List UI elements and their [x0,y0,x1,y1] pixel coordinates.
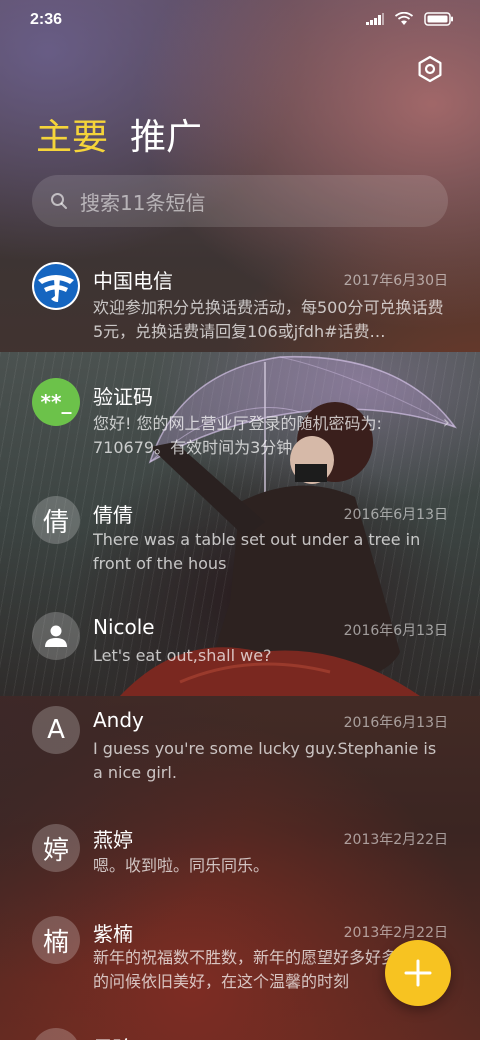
tab-primary[interactable]: 主要 [36,108,108,160]
conversation-item[interactable]: 倩 倩倩 2016年6月13日 There was a table set ou… [0,490,480,586]
conversation-item[interactable]: **_ 验证码 › 您好! 您的网上营业厅登录的随机密码为: 710679。有效… [0,370,480,466]
status-bar: 2:36 [0,0,480,40]
conversation-sender: Andy [93,708,144,732]
person-icon [45,625,67,647]
conversation-sender: 燕婷 [93,828,133,852]
gear-icon [418,55,442,83]
china-telecom-logo [32,262,80,310]
search-input[interactable]: 搜索11条短信 [80,187,205,216]
conversation-sender: Nicole [93,615,155,639]
category-tabs: 主要 推广 [36,108,202,160]
contact-avatar: 楠 [32,916,80,964]
conversation-date: 2013年2月22日 [343,832,448,848]
conversation-item[interactable]: Nicole 2016年6月13日 Let's eat out,shall we… [0,606,480,686]
conversation-preview: I guess you're some lucky guy.Stephanie … [93,739,437,782]
conversation-date: 2017年6月30日 [343,273,448,289]
conversation-date: 2016年6月13日 [343,623,448,639]
status-time: 2:36 [30,11,63,28]
plus-icon [404,959,432,987]
conversation-item[interactable]: A Andy 2016年6月13日 I guess you're some lu… [0,700,480,796]
wifi-icon [394,12,414,25]
conversation-sender: 中国电信 [93,269,173,293]
china-telecom-logo-icon [34,264,78,308]
status-icons [366,12,454,26]
contact-avatar [32,612,80,660]
contact-avatar: A [32,706,80,754]
conversation-preview: 嗯。收到啦。同乐同乐。 [93,856,270,875]
settings-button[interactable] [416,55,444,83]
contact-avatar [32,1028,80,1040]
conversation-preview: 您好! 您的网上营业厅登录的随机密码为: 710679。有效时间为3分钟 [93,414,382,457]
conversation-date: 2016年6月13日 [343,715,448,731]
signal-icon [366,13,384,25]
conversation-preview: There was a table set out under a tree i… [93,530,421,573]
conversation-item[interactable]: 婷 燕婷 2013年2月22日 嗯。收到啦。同乐同乐。 [0,818,480,898]
conversation-sender: 子玲 [93,1032,133,1040]
search-icon [51,193,67,209]
contact-avatar: 倩 [32,496,80,544]
verification-avatar: **_ [32,378,80,426]
new-message-button[interactable] [385,940,451,1006]
conversation-item[interactable]: 中国电信 2017年6月30日 欢迎参加积分兑换话费活动，每500分可兑换话费5… [0,256,480,352]
conversation-preview: Let's eat out,shall we? [93,646,272,665]
tab-promotions[interactable]: 推广 [130,108,202,160]
conversation-date: 2016年6月13日 [343,507,448,523]
search-bar[interactable]: 搜索11条短信 [32,175,448,227]
conversation-sender: 紫楠 [93,922,133,946]
conversation-item[interactable]: 子玲 [0,1022,480,1040]
contact-avatar: 婷 [32,824,80,872]
conversation-sender: 验证码 [93,385,153,409]
conversation-sender: 倩倩 [93,503,133,527]
conversation-preview: 欢迎参加积分兑换话费活动，每500分可兑换话费5元，兑换话费请回复106或jfd… [93,298,444,341]
conversation-date: 2013年2月22日 [343,925,448,941]
battery-icon [424,12,453,26]
chevron-right-icon: › [442,412,450,433]
